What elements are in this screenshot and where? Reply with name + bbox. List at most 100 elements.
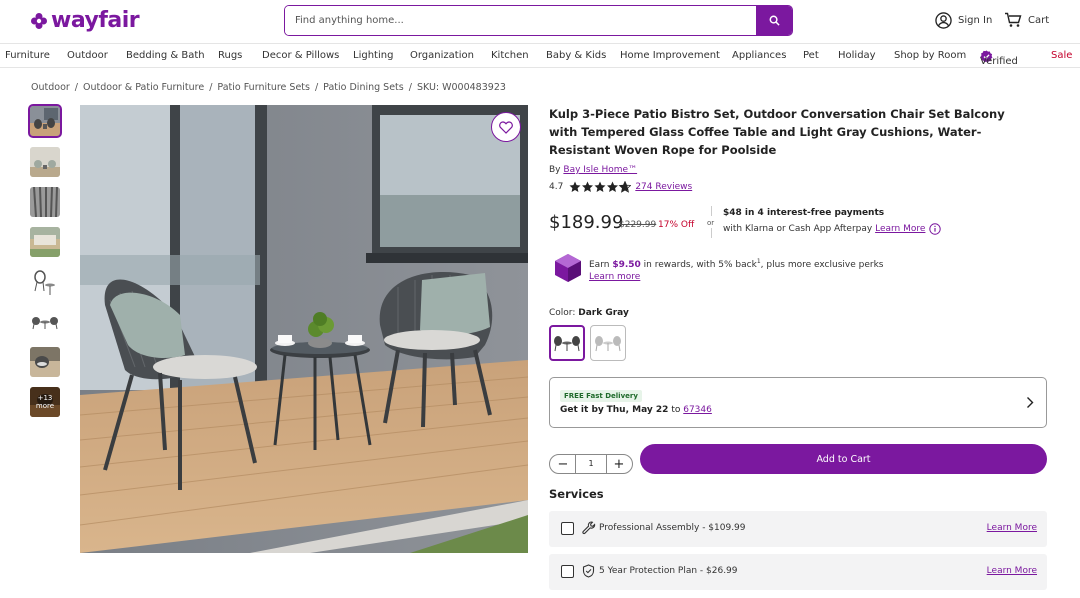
breadcrumb-separator: /: [209, 82, 213, 93]
thumbnail-3[interactable]: [30, 187, 60, 217]
delivery-estimate: Get it by Thu, May 22 to 67346: [560, 405, 712, 415]
rewards-gem-icon: [555, 254, 581, 286]
divider: [711, 206, 712, 216]
nav-item-rugs[interactable]: Rugs: [218, 50, 242, 61]
service-protection-plan: 5 Year Protection Plan - $26.99 Learn Mo…: [549, 554, 1047, 590]
thumbnail-2[interactable]: [30, 147, 60, 177]
quantity-decrease-button[interactable]: −: [554, 456, 572, 472]
search-button[interactable]: [756, 6, 792, 35]
quantity-stepper: − 1 +: [549, 454, 633, 474]
brand-line: By Bay Isle Home™: [549, 165, 637, 175]
nav-item-organization[interactable]: Organization: [410, 50, 474, 61]
quantity-value[interactable]: 1: [575, 455, 607, 473]
installment-text: $48 in 4 interest-free payments: [723, 208, 885, 218]
nav-item-pet[interactable]: Pet: [803, 50, 819, 61]
color-swatch-dark-gray[interactable]: [549, 325, 585, 361]
more-count: +13: [37, 394, 53, 402]
installment-sub: with Klarna or Cash App Afterpay Learn M…: [723, 223, 942, 235]
info-icon[interactable]: [929, 223, 942, 235]
service-assembly: Professional Assembly - $109.99 Learn Mo…: [549, 511, 1047, 547]
or-label: or: [707, 219, 715, 227]
search-input[interactable]: [285, 6, 757, 35]
color-label-text: Color:: [549, 308, 576, 318]
divider: [711, 228, 712, 238]
heart-icon: [499, 120, 513, 134]
stars-icon: [569, 181, 632, 193]
wrench-icon: [582, 521, 596, 535]
thumbnail-1[interactable]: [28, 104, 62, 138]
more-label: more: [35, 402, 55, 410]
protection-plan-learn-more[interactable]: Learn More: [987, 566, 1037, 576]
chevron-right-icon: [1027, 397, 1034, 408]
services-heading: Services: [549, 487, 604, 501]
thumbnail-5[interactable]: [30, 267, 60, 297]
logo-flower-icon: [31, 12, 47, 29]
thumbnail-7[interactable]: [30, 347, 60, 377]
product-main-image[interactable]: [80, 105, 528, 553]
patio-bistro-set-photo: [80, 105, 528, 553]
nav-item-sale[interactable]: Sale: [1051, 50, 1072, 61]
free-delivery-badge: FREE Fast Delivery: [560, 390, 642, 402]
breadcrumb-separator: /: [408, 82, 412, 93]
thumbnail-more[interactable]: +13 more: [30, 387, 60, 417]
delivery-card[interactable]: FREE Fast Delivery Get it by Thu, May 22…: [549, 377, 1047, 428]
nav-item-holiday[interactable]: Holiday: [838, 50, 876, 61]
zip-code-link[interactable]: 67346: [683, 405, 712, 415]
thumbnail-4[interactable]: [30, 227, 60, 257]
to-label: to: [671, 405, 681, 415]
nav-item-furniture[interactable]: Furniture: [5, 50, 50, 61]
cart-label: Cart: [1028, 14, 1050, 26]
nav-verified-label: Verified: [980, 56, 1018, 67]
product-title: Kulp 3-Piece Patio Bistro Set, Outdoor C…: [549, 107, 1005, 157]
thumbnail-6[interactable]: [30, 307, 60, 337]
rewards-rest: in rewards, with 5% back: [643, 260, 757, 270]
installment-learn-more[interactable]: Learn More: [875, 224, 925, 234]
sign-in-link[interactable]: Sign In: [935, 12, 992, 29]
protection-plan-checkbox[interactable]: [561, 565, 574, 578]
nav-item-baby-kids[interactable]: Baby & Kids: [546, 50, 606, 61]
quantity-increase-button[interactable]: +: [610, 456, 628, 472]
shield-check-icon: [582, 564, 595, 578]
protection-plan-label: 5 Year Protection Plan - $26.99: [599, 566, 738, 576]
rewards-text: Earn $9.50 in rewards, with 5% back1, pl…: [589, 258, 883, 270]
wayfair-logo[interactable]: wayfair: [30, 8, 140, 33]
breadcrumb: Outdoor / Outdoor & Patio Furniture / Patio …: [31, 82, 506, 93]
color-label: Color: Dark Gray: [549, 308, 629, 318]
breadcrumb-patio-sets[interactable]: Patio Furniture Sets: [217, 82, 310, 93]
star-rating: [569, 181, 632, 193]
nav-item-kitchen[interactable]: Kitchen: [491, 50, 529, 61]
add-to-cart-button[interactable]: Add to Cart: [640, 444, 1047, 474]
user-icon: [935, 12, 952, 29]
more-images-overlay: +13 more: [30, 387, 60, 417]
sign-in-label: Sign In: [958, 15, 993, 26]
brand-link[interactable]: Bay Isle Home™: [563, 165, 637, 175]
current-price: $189.99: [549, 212, 624, 233]
breadcrumb-patio-furniture[interactable]: Outdoor & Patio Furniture: [83, 82, 204, 93]
reviews-link[interactable]: 274 Reviews: [635, 182, 692, 192]
assembly-checkbox[interactable]: [561, 522, 574, 535]
nav-item-appliances[interactable]: Appliances: [732, 50, 786, 61]
breadcrumb-dining-sets[interactable]: Patio Dining Sets: [323, 82, 404, 93]
nav-item-home-improvement[interactable]: Home Improvement: [620, 50, 720, 61]
cart-link[interactable]: Cart: [1004, 12, 1049, 28]
nav-item-lighting[interactable]: Lighting: [353, 50, 393, 61]
assembly-learn-more[interactable]: Learn More: [987, 523, 1037, 533]
search-bar: [284, 5, 793, 36]
by-label: By: [549, 165, 561, 175]
breadcrumb-outdoor[interactable]: Outdoor: [31, 82, 70, 93]
rating-value: 4.7: [549, 182, 564, 192]
rewards-earn: Earn: [589, 260, 610, 270]
breadcrumb-separator: /: [74, 82, 78, 93]
nav-item-shop-by-room[interactable]: Shop by Room: [894, 50, 966, 61]
site-header: wayfair Sign In Cart: [0, 0, 1080, 42]
logo-text: wayfair: [51, 8, 140, 33]
assembly-label: Professional Assembly - $109.99: [599, 523, 746, 533]
favorite-button[interactable]: [491, 112, 521, 142]
nav-item-outdoor[interactable]: Outdoor: [67, 50, 108, 61]
rewards-tail: , plus more exclusive perks: [760, 260, 884, 270]
rewards-learn-more[interactable]: Learn more: [589, 272, 640, 282]
nav-item-verified[interactable]: Verified: [980, 50, 1018, 67]
color-swatch-light-gray[interactable]: [590, 325, 626, 361]
nav-item-decor-pillows[interactable]: Decor & Pillows: [262, 50, 339, 61]
nav-item-bedding-bath[interactable]: Bedding & Bath: [126, 50, 205, 61]
